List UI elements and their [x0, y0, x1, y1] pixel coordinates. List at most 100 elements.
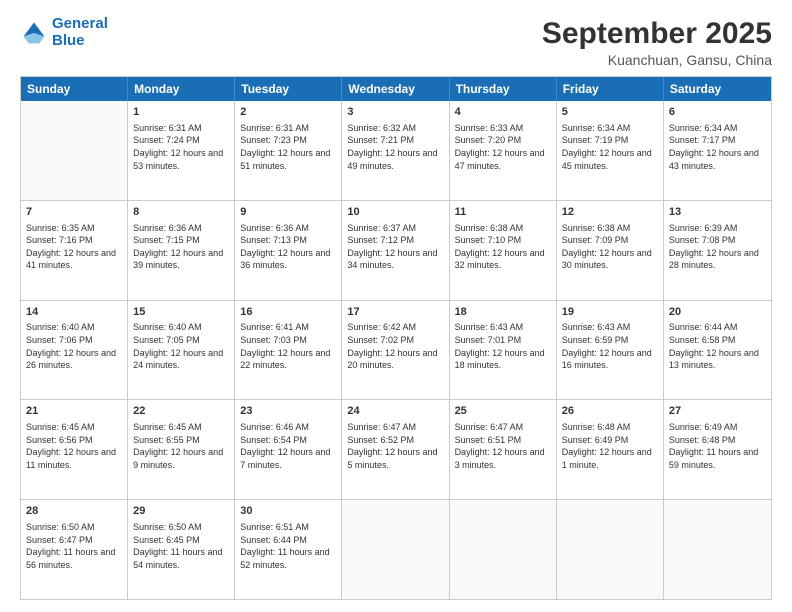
cell-info: Sunrise: 6:43 AMSunset: 6:59 PMDaylight:…	[562, 321, 658, 371]
day-number: 29	[133, 504, 229, 519]
cell-info: Sunrise: 6:50 AMSunset: 6:47 PMDaylight:…	[26, 521, 122, 571]
calendar-cell: 24 Sunrise: 6:47 AMSunset: 6:52 PMDayligh…	[342, 400, 449, 499]
calendar-row-4: 28 Sunrise: 6:50 AMSunset: 6:47 PMDayligh…	[21, 500, 771, 599]
calendar-cell: 19Sunrise: 6:43 AMSunset: 6:59 PMDayligh…	[557, 301, 664, 400]
day-number: 11	[455, 205, 551, 220]
cell-info: Sunrise: 6:47 AMSunset: 6:51 PMDaylight:…	[455, 421, 551, 471]
cell-info: Sunrise: 6:31 AMSunset: 7:23 PMDaylight:…	[240, 122, 336, 172]
calendar-cell	[664, 500, 771, 599]
day-number: 6	[669, 105, 766, 120]
cell-info: Sunrise: 6:45 AMSunset: 6:56 PMDaylight:…	[26, 421, 122, 471]
day-number: 1	[133, 105, 229, 120]
calendar-cell: 21 Sunrise: 6:45 AMSunset: 6:56 PMDayligh…	[21, 400, 128, 499]
day-number: 8	[133, 205, 229, 220]
calendar: SundayMondayTuesdayWednesdayThursdayFrid…	[20, 76, 772, 600]
weekday-header-friday: Friday	[557, 77, 664, 101]
calendar-cell: 26 Sunrise: 6:48 AMSunset: 6:49 PMDayligh…	[557, 400, 664, 499]
cell-info: Sunrise: 6:51 AMSunset: 6:44 PMDaylight:…	[240, 521, 336, 571]
calendar-cell: 17Sunrise: 6:42 AMSunset: 7:02 PMDayligh…	[342, 301, 449, 400]
day-number: 18	[455, 305, 551, 320]
calendar-cell: 22Sunrise: 6:45 AMSunset: 6:55 PMDayligh…	[128, 400, 235, 499]
calendar-cell	[342, 500, 449, 599]
day-number: 15	[133, 305, 229, 320]
calendar-cell: 29 Sunrise: 6:50 AMSunset: 6:45 PMDayligh…	[128, 500, 235, 599]
page: General Blue September 2025 Kuanchuan, G…	[0, 0, 792, 612]
cell-info: Sunrise: 6:31 AMSunset: 7:24 PMDaylight:…	[133, 122, 229, 172]
calendar-row-2: 14Sunrise: 6:40 AMSunset: 7:06 PMDayligh…	[21, 301, 771, 401]
day-number: 3	[347, 105, 443, 120]
day-number: 23	[240, 404, 336, 419]
calendar-row-3: 21 Sunrise: 6:45 AMSunset: 6:56 PMDayligh…	[21, 400, 771, 500]
logo-icon	[20, 19, 48, 47]
cell-info: Sunrise: 6:48 AMSunset: 6:49 PMDaylight:…	[562, 421, 658, 471]
calendar-cell: 30 Sunrise: 6:51 AMSunset: 6:44 PMDayligh…	[235, 500, 342, 599]
cell-info: Sunrise: 6:34 AMSunset: 7:19 PMDaylight:…	[562, 122, 658, 172]
calendar-cell: 25Sunrise: 6:47 AMSunset: 6:51 PMDayligh…	[450, 400, 557, 499]
day-number: 7	[26, 205, 122, 220]
cell-info: Sunrise: 6:38 AMSunset: 7:09 PMDaylight:…	[562, 222, 658, 272]
cell-info: Sunrise: 6:47 AMSunset: 6:52 PMDaylight:…	[347, 421, 443, 471]
cell-info: Sunrise: 6:36 AMSunset: 7:13 PMDaylight:…	[240, 222, 336, 272]
calendar-cell: 28 Sunrise: 6:50 AMSunset: 6:47 PMDayligh…	[21, 500, 128, 599]
weekday-header-saturday: Saturday	[664, 77, 771, 101]
weekday-header-sunday: Sunday	[21, 77, 128, 101]
day-number: 20	[669, 305, 766, 320]
calendar-cell: 4 Sunrise: 6:33 AMSunset: 7:20 PMDaylight…	[450, 101, 557, 200]
calendar-cell: 3 Sunrise: 6:32 AMSunset: 7:21 PMDaylight…	[342, 101, 449, 200]
logo: General Blue	[20, 16, 108, 49]
calendar-cell: 1 Sunrise: 6:31 AMSunset: 7:24 PMDaylight…	[128, 101, 235, 200]
day-number: 16	[240, 305, 336, 320]
day-number: 9	[240, 205, 336, 220]
cell-info: Sunrise: 6:44 AMSunset: 6:58 PMDaylight:…	[669, 321, 766, 371]
calendar-cell: 5 Sunrise: 6:34 AMSunset: 7:19 PMDaylight…	[557, 101, 664, 200]
calendar-cell: 13 Sunrise: 6:39 AMSunset: 7:08 PMDayligh…	[664, 201, 771, 300]
day-number: 30	[240, 504, 336, 519]
day-number: 4	[455, 105, 551, 120]
day-number: 21	[26, 404, 122, 419]
page-subtitle: Kuanchuan, Gansu, China	[542, 52, 772, 68]
cell-info: Sunrise: 6:49 AMSunset: 6:48 PMDaylight:…	[669, 421, 766, 471]
calendar-body: 1 Sunrise: 6:31 AMSunset: 7:24 PMDaylight…	[21, 101, 771, 599]
logo-general: General	[52, 15, 108, 32]
weekday-header-monday: Monday	[128, 77, 235, 101]
cell-info: Sunrise: 6:50 AMSunset: 6:45 PMDaylight:…	[133, 521, 229, 571]
calendar-cell	[21, 101, 128, 200]
cell-info: Sunrise: 6:40 AMSunset: 7:05 PMDaylight:…	[133, 321, 229, 371]
day-number: 10	[347, 205, 443, 220]
cell-info: Sunrise: 6:46 AMSunset: 6:54 PMDaylight:…	[240, 421, 336, 471]
calendar-cell: 11Sunrise: 6:38 AMSunset: 7:10 PMDayligh…	[450, 201, 557, 300]
day-number: 19	[562, 305, 658, 320]
cell-info: Sunrise: 6:39 AMSunset: 7:08 PMDaylight:…	[669, 222, 766, 272]
day-number: 2	[240, 105, 336, 120]
day-number: 13	[669, 205, 766, 220]
calendar-cell: 10 Sunrise: 6:37 AMSunset: 7:12 PMDayligh…	[342, 201, 449, 300]
day-number: 28	[26, 504, 122, 519]
calendar-header: SundayMondayTuesdayWednesdayThursdayFrid…	[21, 77, 771, 101]
calendar-cell: 2 Sunrise: 6:31 AMSunset: 7:23 PMDaylight…	[235, 101, 342, 200]
calendar-cell: 20Sunrise: 6:44 AMSunset: 6:58 PMDayligh…	[664, 301, 771, 400]
calendar-cell: 15Sunrise: 6:40 AMSunset: 7:05 PMDayligh…	[128, 301, 235, 400]
day-number: 24	[347, 404, 443, 419]
cell-info: Sunrise: 6:43 AMSunset: 7:01 PMDaylight:…	[455, 321, 551, 371]
calendar-cell: 12 Sunrise: 6:38 AMSunset: 7:09 PMDayligh…	[557, 201, 664, 300]
page-title: September 2025	[542, 16, 772, 52]
day-number: 27	[669, 404, 766, 419]
calendar-row-1: 7 Sunrise: 6:35 AMSunset: 7:16 PMDaylight…	[21, 201, 771, 301]
cell-info: Sunrise: 6:32 AMSunset: 7:21 PMDaylight:…	[347, 122, 443, 172]
calendar-cell	[450, 500, 557, 599]
day-number: 22	[133, 404, 229, 419]
cell-info: Sunrise: 6:33 AMSunset: 7:20 PMDaylight:…	[455, 122, 551, 172]
cell-info: Sunrise: 6:35 AMSunset: 7:16 PMDaylight:…	[26, 222, 122, 272]
weekday-header-thursday: Thursday	[450, 77, 557, 101]
logo-blue: Blue	[52, 33, 108, 50]
calendar-cell: 14Sunrise: 6:40 AMSunset: 7:06 PMDayligh…	[21, 301, 128, 400]
calendar-cell: 8Sunrise: 6:36 AMSunset: 7:15 PMDaylight…	[128, 201, 235, 300]
weekday-header-tuesday: Tuesday	[235, 77, 342, 101]
day-number: 26	[562, 404, 658, 419]
calendar-cell: 6Sunrise: 6:34 AMSunset: 7:17 PMDaylight…	[664, 101, 771, 200]
day-number: 12	[562, 205, 658, 220]
day-number: 5	[562, 105, 658, 120]
cell-info: Sunrise: 6:37 AMSunset: 7:12 PMDaylight:…	[347, 222, 443, 272]
cell-info: Sunrise: 6:42 AMSunset: 7:02 PMDaylight:…	[347, 321, 443, 371]
weekday-header-wednesday: Wednesday	[342, 77, 449, 101]
